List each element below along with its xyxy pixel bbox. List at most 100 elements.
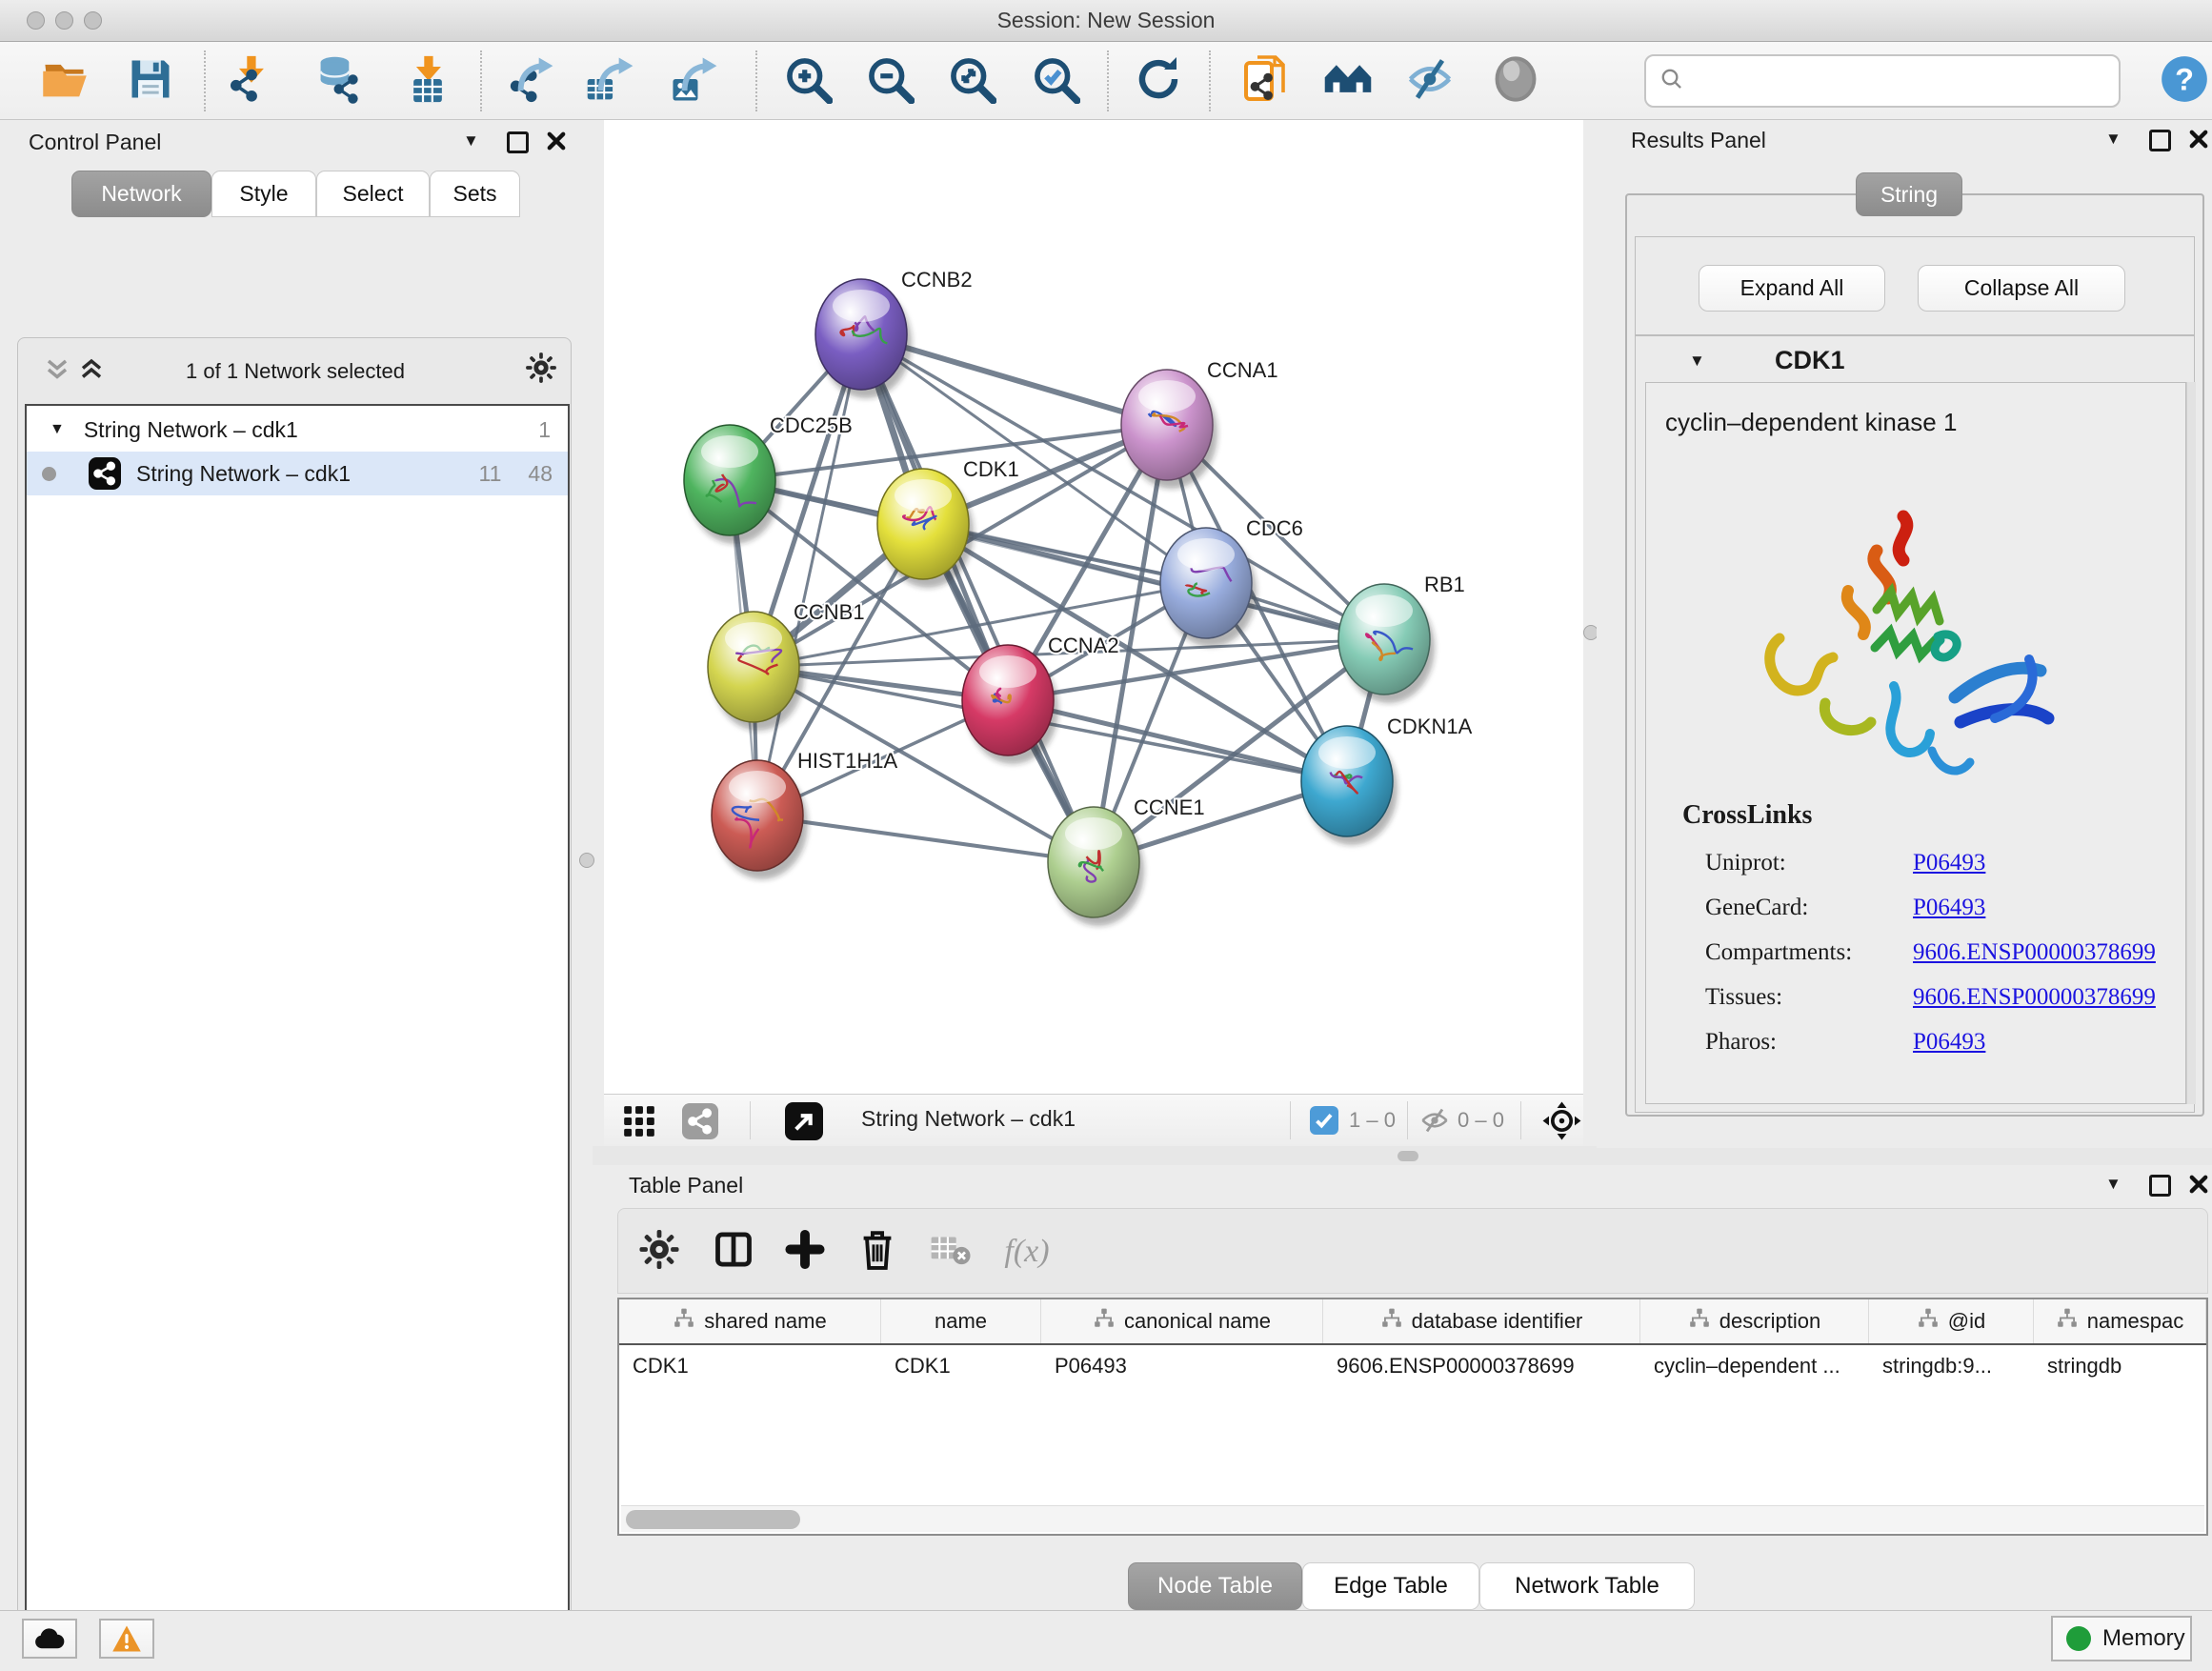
hidden-elements-eye-icon[interactable] (1419, 1106, 1450, 1139)
results-scrollbar-track[interactable] (2186, 382, 2196, 1104)
crosslink-label: Tissues: (1705, 984, 1913, 1011)
search-box[interactable] (1644, 54, 2121, 108)
export-network-button[interactable] (493, 50, 569, 112)
node-label-CDC6: CDC6 (1246, 516, 1303, 540)
horizontal-splitter[interactable] (593, 1146, 2212, 1165)
tab-network-table[interactable]: Network Table (1479, 1562, 1695, 1610)
zoom-fit-button[interactable] (934, 50, 1010, 112)
table-cell[interactable]: stringdb:9... (1869, 1345, 2034, 1387)
gear-icon (525, 372, 557, 388)
table-cell[interactable]: CDK1 (619, 1345, 881, 1387)
edge-CCNB2-HIST1H1A[interactable] (757, 334, 861, 815)
control-tab-select[interactable]: Select (316, 171, 430, 217)
table-cell[interactable]: cyclin–dependent ... (1640, 1345, 1869, 1387)
results-panel-title: Results Panel (1631, 128, 1766, 153)
trash-button[interactable] (856, 1229, 898, 1276)
column-header-description[interactable]: description (1640, 1299, 1869, 1343)
preview-button[interactable] (1478, 50, 1554, 112)
table-panel-float-icon[interactable] (2149, 1175, 2171, 1197)
gear-button[interactable] (638, 1229, 680, 1276)
table-cell[interactable]: 9606.ENSP00000378699 (1323, 1345, 1640, 1387)
column-header-canonical-name[interactable]: canonical name (1041, 1299, 1323, 1343)
table-cell[interactable]: P06493 (1041, 1345, 1323, 1387)
control-tab-network[interactable]: Network (71, 171, 211, 217)
column-header-name[interactable]: name (881, 1299, 1041, 1343)
results-panel-float-icon[interactable] (2149, 130, 2171, 151)
control-panel-float-icon[interactable] (507, 131, 529, 153)
table-panel-menu-icon[interactable]: ▼ (2105, 1175, 2122, 1194)
control-tab-sets[interactable]: Sets (430, 171, 520, 217)
table-delete-icon (930, 1229, 972, 1276)
crosslink-link[interactable]: P06493 (1913, 895, 1985, 921)
network-status-dot (42, 467, 56, 481)
control-panel-menu-icon[interactable]: ▼ (463, 131, 479, 151)
table-panel-close-icon[interactable] (2187, 1173, 2210, 1200)
open-in-window-icon[interactable] (785, 1102, 823, 1145)
refresh-button[interactable] (1120, 50, 1196, 112)
expand-all-button[interactable]: Expand All (1699, 265, 1885, 312)
protein-structure-image (1734, 495, 2115, 815)
zoom-fit-icon (947, 54, 996, 109)
import-database-button[interactable] (302, 50, 378, 112)
collection-expand-icon[interactable]: ▼ (50, 421, 65, 438)
open-session-button[interactable] (27, 50, 103, 112)
memory-button[interactable]: Memory (2051, 1616, 2192, 1661)
zoom-in-button[interactable] (770, 50, 846, 112)
tab-node-table[interactable]: Node Table (1128, 1562, 1302, 1610)
tab-edge-table[interactable]: Edge Table (1302, 1562, 1479, 1610)
network-collection-row[interactable]: ▼ String Network – cdk1 1 (27, 408, 568, 452)
help-button[interactable]: ? (2146, 50, 2212, 112)
control-panel-close-icon[interactable] (545, 130, 568, 157)
birds-eye-view-icon[interactable] (682, 1103, 718, 1144)
control-tab-style[interactable]: Style (211, 171, 316, 217)
crosslink-link[interactable]: 9606.ENSP00000378699 (1913, 984, 2156, 1011)
column-header-shared-name[interactable]: shared name (619, 1299, 881, 1343)
home-button[interactable] (1310, 50, 1386, 112)
results-panel-menu-icon[interactable]: ▼ (2105, 130, 2122, 149)
plus-button[interactable] (784, 1229, 826, 1276)
zoom-out-button[interactable] (852, 50, 928, 112)
results-tab-string[interactable]: String (1856, 172, 1962, 216)
import-table-button[interactable] (390, 50, 466, 112)
separator (1407, 1101, 1408, 1139)
crosslink-link[interactable]: P06493 (1913, 1029, 1985, 1056)
table-cell[interactable]: stringdb (2034, 1345, 2206, 1387)
selected-nodes-checkbox-icon[interactable] (1310, 1106, 1338, 1139)
search-input[interactable] (1694, 69, 2105, 94)
protein-detail-box: cyclin–dependent kinase 1 (1645, 382, 2186, 1104)
table-hscrollbar[interactable] (621, 1505, 2204, 1532)
import-network-button[interactable] (212, 50, 289, 112)
splitter-handle[interactable] (1398, 1151, 1418, 1161)
grid-view-icon[interactable] (621, 1103, 657, 1144)
network-options-gear-icon[interactable] (525, 352, 557, 389)
node-label-CCNB2: CCNB2 (901, 268, 973, 292)
network-row-selected[interactable]: String Network – cdk1 11 48 (27, 452, 568, 495)
edge-CCNB2-CCNE1[interactable] (861, 334, 1094, 862)
left-splitter-handle[interactable] (579, 853, 594, 868)
fit-selected-crosshair-icon[interactable] (1541, 1100, 1582, 1146)
column-header-@id[interactable]: @id (1869, 1299, 2034, 1343)
crosslink-link[interactable]: 9606.ENSP00000378699 (1913, 939, 2156, 966)
selected-node-edge-counts: 1 – 0 (1349, 1108, 1396, 1133)
protein-collapse-icon[interactable]: ▼ (1689, 352, 1705, 371)
results-panel-close-icon[interactable] (2187, 128, 2210, 155)
save-session-button[interactable] (112, 50, 189, 112)
crosslink-label: GeneCard: (1705, 895, 1913, 921)
share-document-button[interactable] (1228, 50, 1304, 112)
crosslink-link[interactable]: P06493 (1913, 850, 1985, 876)
export-table-button[interactable] (573, 50, 649, 112)
column-header-namespac[interactable]: namespac (2034, 1299, 2206, 1343)
hide-unhide-button[interactable] (1392, 50, 1468, 112)
table-cell[interactable]: CDK1 (881, 1345, 1041, 1387)
function-builder-button: f(x) (1004, 1234, 1049, 1270)
crosslink-row: Uniprot:P06493 (1705, 840, 2162, 885)
table-hscrollbar-thumb[interactable] (626, 1510, 800, 1529)
export-image-button[interactable] (656, 50, 733, 112)
zoom-selected-button[interactable] (1017, 50, 1094, 112)
warning-button[interactable] (99, 1619, 154, 1659)
column-header-database-identifier[interactable]: database identifier (1323, 1299, 1640, 1343)
collapse-all-button[interactable]: Collapse All (1918, 265, 2125, 312)
cloud-button[interactable] (22, 1619, 77, 1659)
columns-button[interactable] (713, 1229, 754, 1276)
network-canvas[interactable]: CCNB2CCNA1CDC25BCDK1CDC6RB1CCNB1CCNA2CDK… (604, 120, 1583, 1094)
